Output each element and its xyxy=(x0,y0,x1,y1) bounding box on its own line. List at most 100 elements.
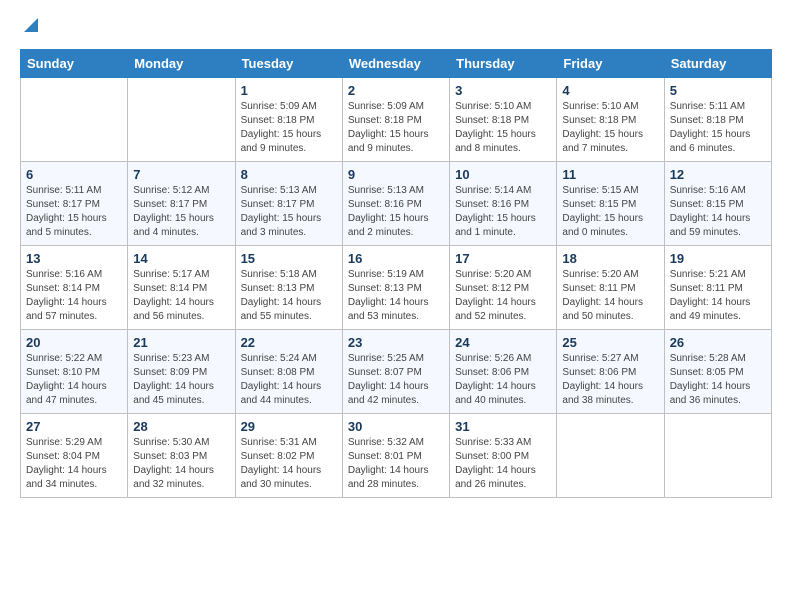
calendar-cell xyxy=(557,414,664,498)
day-info: Sunrise: 5:31 AM Sunset: 8:02 PM Dayligh… xyxy=(241,436,337,492)
calendar-cell: 19 Sunrise: 5:21 AM Sunset: 8:11 PM Dayli… xyxy=(664,246,771,330)
day-number: 8 xyxy=(241,167,337,182)
day-number: 28 xyxy=(133,419,229,434)
calendar-table: SundayMondayTuesdayWednesdayThursdayFrid… xyxy=(20,49,772,498)
day-info: Sunrise: 5:18 AM Sunset: 8:13 PM Dayligh… xyxy=(241,268,337,324)
calendar-cell: 20Sunrise: 5:22 AM Sunset: 8:10 PM Dayli… xyxy=(21,330,128,414)
day-info: Sunrise: 5:25 AM Sunset: 8:07 PM Dayligh… xyxy=(348,352,444,408)
calendar-cell: 1Sunrise: 5:09 AM Sunset: 8:18 PM Daylig… xyxy=(235,78,342,162)
day-info: Sunrise: 5:21 AM Sunset: 8:11 PM Dayligh… xyxy=(670,268,766,324)
day-of-week-header: Monday xyxy=(128,50,235,78)
calendar-cell: 16Sunrise: 5:19 AM Sunset: 8:13 PM Dayli… xyxy=(342,246,449,330)
calendar-cell: 2Sunrise: 5:09 AM Sunset: 8:18 PM Daylig… xyxy=(342,78,449,162)
day-number: 2 xyxy=(348,83,444,98)
calendar-cell xyxy=(128,78,235,162)
calendar-cell: 14 Sunrise: 5:17 AM Sunset: 8:14 PM Dayli… xyxy=(128,246,235,330)
day-of-week-header: Saturday xyxy=(664,50,771,78)
day-of-week-header: Thursday xyxy=(450,50,557,78)
day-info: Sunrise: 5:11 AM Sunset: 8:17 PM Dayligh… xyxy=(26,184,122,240)
day-info: Sunrise: 5:28 AM Sunset: 8:05 PM Dayligh… xyxy=(670,352,766,408)
day-number: 31 xyxy=(455,419,551,434)
day-number: 23 xyxy=(348,335,444,350)
day-number: 14 xyxy=(133,251,229,266)
day-info: Sunrise: 5:10 AM Sunset: 8:18 PM Dayligh… xyxy=(562,100,658,156)
day-info: Sunrise: 5:12 AM Sunset: 8:17 PM Dayligh… xyxy=(133,184,229,240)
calendar-cell: 7 Sunrise: 5:12 AM Sunset: 8:17 PM Daylig… xyxy=(128,162,235,246)
day-info: Sunrise: 5:15 AM Sunset: 8:15 PM Dayligh… xyxy=(562,184,658,240)
day-info: Sunrise: 5:14 AM Sunset: 8:16 PM Dayligh… xyxy=(455,184,551,240)
day-info: Sunrise: 5:16 AM Sunset: 8:15 PM Dayligh… xyxy=(670,184,766,240)
calendar-week-row: 20Sunrise: 5:22 AM Sunset: 8:10 PM Dayli… xyxy=(21,330,772,414)
day-of-week-header: Tuesday xyxy=(235,50,342,78)
day-info: Sunrise: 5:13 AM Sunset: 8:16 PM Dayligh… xyxy=(348,184,444,240)
day-number: 12 xyxy=(670,167,766,182)
day-info: Sunrise: 5:20 AM Sunset: 8:12 PM Dayligh… xyxy=(455,268,551,324)
calendar-cell xyxy=(664,414,771,498)
day-info: Sunrise: 5:20 AM Sunset: 8:11 PM Dayligh… xyxy=(562,268,658,324)
day-number: 6 xyxy=(26,167,122,182)
calendar-cell: 18 Sunrise: 5:20 AM Sunset: 8:11 PM Dayli… xyxy=(557,246,664,330)
day-info: Sunrise: 5:16 AM Sunset: 8:14 PM Dayligh… xyxy=(26,268,122,324)
calendar-cell: 24 Sunrise: 5:26 AM Sunset: 8:06 PM Dayli… xyxy=(450,330,557,414)
day-of-week-header: Wednesday xyxy=(342,50,449,78)
calendar-cell: 11 Sunrise: 5:15 AM Sunset: 8:15 PM Dayli… xyxy=(557,162,664,246)
calendar-header: SundayMondayTuesdayWednesdayThursdayFrid… xyxy=(21,50,772,78)
day-info: Sunrise: 5:33 AM Sunset: 8:00 PM Dayligh… xyxy=(455,436,551,492)
day-info: Sunrise: 5:30 AM Sunset: 8:03 PM Dayligh… xyxy=(133,436,229,492)
calendar-cell: 22 Sunrise: 5:24 AM Sunset: 8:08 PM Dayli… xyxy=(235,330,342,414)
day-number: 11 xyxy=(562,167,658,182)
day-info: Sunrise: 5:19 AM Sunset: 8:13 PM Dayligh… xyxy=(348,268,444,324)
calendar-cell xyxy=(21,78,128,162)
calendar-cell: 26Sunrise: 5:28 AM Sunset: 8:05 PM Dayli… xyxy=(664,330,771,414)
calendar-cell: 29 Sunrise: 5:31 AM Sunset: 8:02 PM Dayli… xyxy=(235,414,342,498)
calendar-cell: 15 Sunrise: 5:18 AM Sunset: 8:13 PM Dayli… xyxy=(235,246,342,330)
day-number: 24 xyxy=(455,335,551,350)
calendar-cell: 12 Sunrise: 5:16 AM Sunset: 8:15 PM Dayli… xyxy=(664,162,771,246)
calendar-cell: 28 Sunrise: 5:30 AM Sunset: 8:03 PM Dayli… xyxy=(128,414,235,498)
day-info: Sunrise: 5:26 AM Sunset: 8:06 PM Dayligh… xyxy=(455,352,551,408)
calendar-cell: 27Sunrise: 5:29 AM Sunset: 8:04 PM Dayli… xyxy=(21,414,128,498)
day-info: Sunrise: 5:27 AM Sunset: 8:06 PM Dayligh… xyxy=(562,352,658,408)
day-number: 4 xyxy=(562,83,658,98)
day-number: 19 xyxy=(670,251,766,266)
day-of-week-header: Sunday xyxy=(21,50,128,78)
day-number: 7 xyxy=(133,167,229,182)
day-info: Sunrise: 5:23 AM Sunset: 8:09 PM Dayligh… xyxy=(133,352,229,408)
day-number: 5 xyxy=(670,83,766,98)
calendar-cell: 9 Sunrise: 5:13 AM Sunset: 8:16 PM Daylig… xyxy=(342,162,449,246)
calendar-cell: 3 Sunrise: 5:10 AM Sunset: 8:18 PM Daylig… xyxy=(450,78,557,162)
day-info: Sunrise: 5:29 AM Sunset: 8:04 PM Dayligh… xyxy=(26,436,122,492)
day-number: 1 xyxy=(241,83,337,98)
logo-arrow-icon xyxy=(22,16,40,34)
day-number: 17 xyxy=(455,251,551,266)
day-number: 10 xyxy=(455,167,551,182)
day-info: Sunrise: 5:22 AM Sunset: 8:10 PM Dayligh… xyxy=(26,352,122,408)
calendar-cell: 25 Sunrise: 5:27 AM Sunset: 8:06 PM Dayli… xyxy=(557,330,664,414)
calendar-cell: 4 Sunrise: 5:10 AM Sunset: 8:18 PM Daylig… xyxy=(557,78,664,162)
day-number: 25 xyxy=(562,335,658,350)
day-number: 15 xyxy=(241,251,337,266)
calendar-cell: 21 Sunrise: 5:23 AM Sunset: 8:09 PM Dayli… xyxy=(128,330,235,414)
day-number: 22 xyxy=(241,335,337,350)
day-info: Sunrise: 5:17 AM Sunset: 8:14 PM Dayligh… xyxy=(133,268,229,324)
calendar-cell: 6 Sunrise: 5:11 AM Sunset: 8:17 PM Daylig… xyxy=(21,162,128,246)
calendar-cell: 10 Sunrise: 5:14 AM Sunset: 8:16 PM Dayli… xyxy=(450,162,557,246)
day-of-week-header: Friday xyxy=(557,50,664,78)
calendar-cell: 8 Sunrise: 5:13 AM Sunset: 8:17 PM Daylig… xyxy=(235,162,342,246)
day-info: Sunrise: 5:10 AM Sunset: 8:18 PM Dayligh… xyxy=(455,100,551,156)
day-number: 3 xyxy=(455,83,551,98)
day-number: 30 xyxy=(348,419,444,434)
calendar-cell: 23 Sunrise: 5:25 AM Sunset: 8:07 PM Dayli… xyxy=(342,330,449,414)
calendar-week-row: 1Sunrise: 5:09 AM Sunset: 8:18 PM Daylig… xyxy=(21,78,772,162)
day-number: 29 xyxy=(241,419,337,434)
calendar-week-row: 13 Sunrise: 5:16 AM Sunset: 8:14 PM Dayli… xyxy=(21,246,772,330)
calendar-week-row: 6 Sunrise: 5:11 AM Sunset: 8:17 PM Daylig… xyxy=(21,162,772,246)
day-number: 13 xyxy=(26,251,122,266)
page-header xyxy=(20,16,772,39)
day-info: Sunrise: 5:24 AM Sunset: 8:08 PM Dayligh… xyxy=(241,352,337,408)
calendar-week-row: 27Sunrise: 5:29 AM Sunset: 8:04 PM Dayli… xyxy=(21,414,772,498)
day-info: Sunrise: 5:13 AM Sunset: 8:17 PM Dayligh… xyxy=(241,184,337,240)
day-number: 18 xyxy=(562,251,658,266)
day-number: 21 xyxy=(133,335,229,350)
day-number: 9 xyxy=(348,167,444,182)
